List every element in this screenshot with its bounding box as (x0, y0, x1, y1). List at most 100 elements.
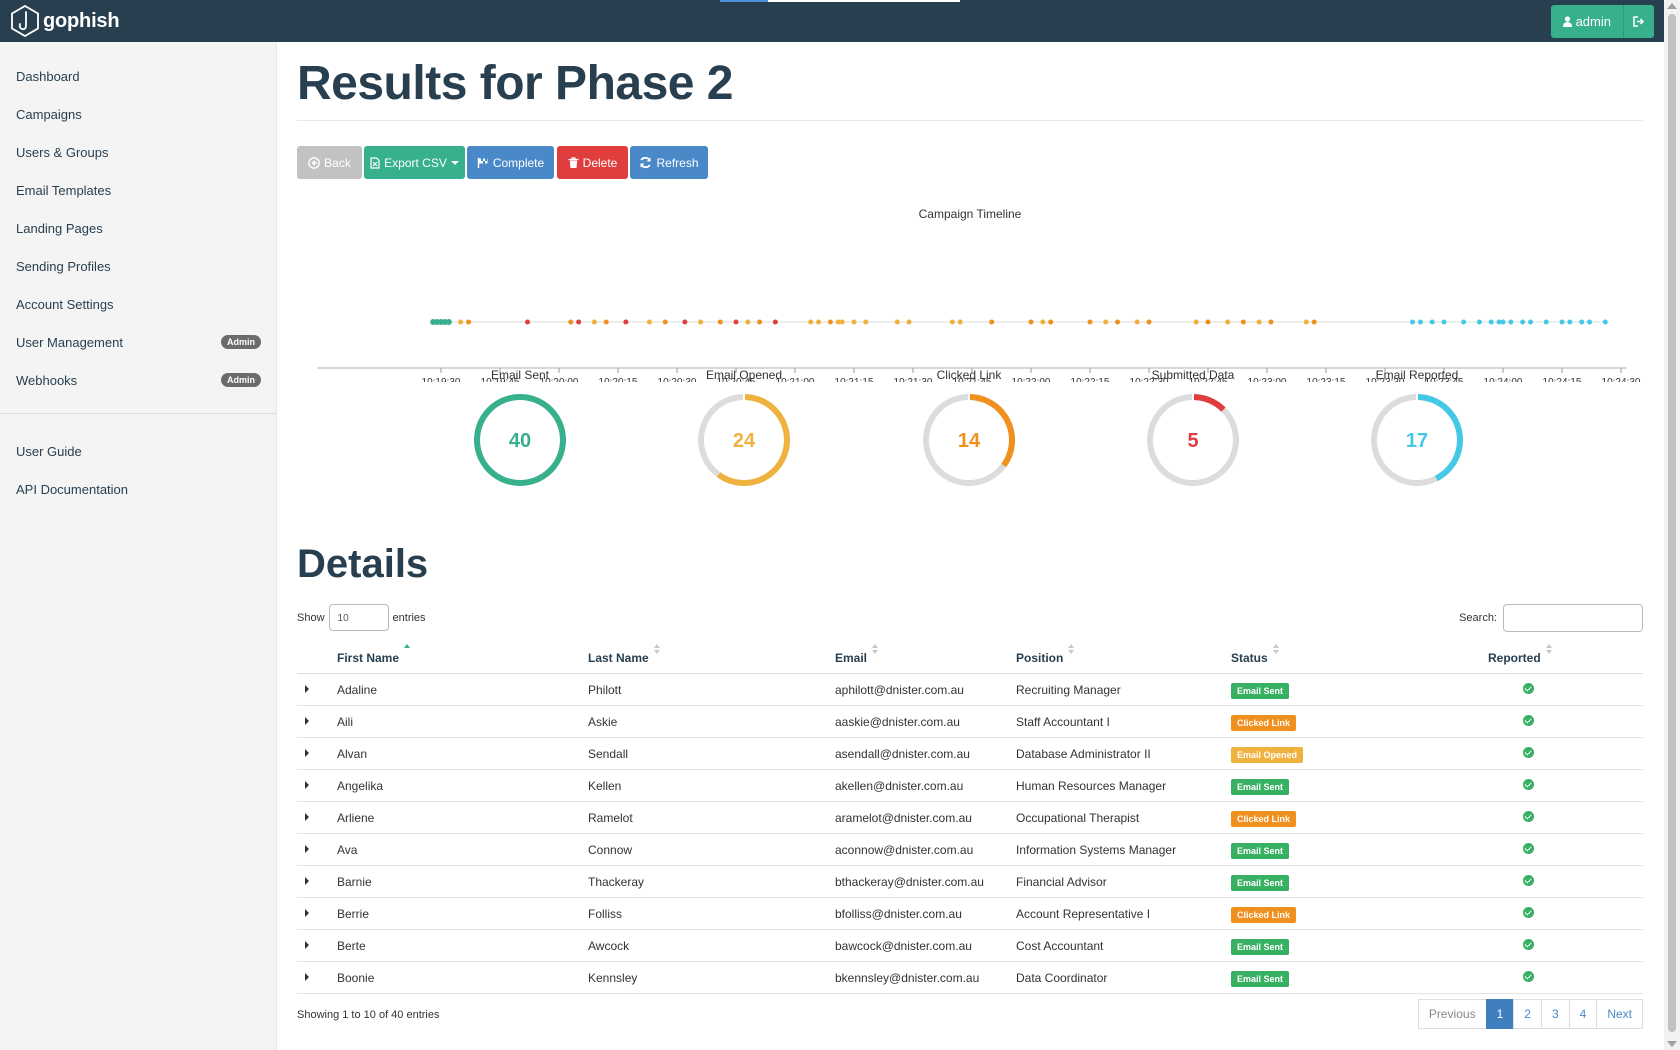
sidebar-divider (0, 413, 277, 414)
table-row[interactable]: Boonie Kennsley bkennsley@dnister.com.au Da… (297, 962, 1643, 994)
export-csv-label: Export CSV (384, 155, 447, 170)
timeline-event-opened (949, 319, 955, 325)
pagination-page-3[interactable]: 3 (1540, 999, 1570, 1029)
table-header: First Name Last Name Email Position Stat… (297, 642, 1643, 674)
timeline-event-opened (591, 319, 597, 325)
sidebar-item-webhooks[interactable]: Webhooks Admin (16, 368, 261, 392)
scrollbar-thumb[interactable] (1668, 14, 1676, 1032)
page-length-select[interactable]: 10 (328, 604, 389, 631)
sidebar-item-landing-pages[interactable]: Landing Pages (16, 216, 261, 240)
pagination-page-2[interactable]: 2 (1513, 999, 1542, 1029)
complete-button[interactable]: Complete (467, 146, 554, 179)
page-length-control: Show 10 entries (297, 604, 426, 631)
table-row[interactable]: Berrie Folliss bfolliss@dnister.com.au Acco… (297, 898, 1643, 930)
refresh-button[interactable]: Refresh (630, 146, 708, 179)
timeline-event-opened (851, 319, 857, 325)
sidebar-item-dashboard[interactable]: Dashboard (16, 64, 261, 88)
expand-row-icon[interactable] (305, 973, 309, 981)
stat-label: Submitted Data (1151, 368, 1235, 382)
page-title: Results for Phase 2 (297, 57, 734, 110)
expand-row-icon[interactable] (305, 685, 309, 693)
expand-row-icon[interactable] (305, 813, 309, 821)
stat-email-sent: Email Sent 40 (430, 368, 610, 490)
sidebar-item-label: Campaigns (16, 106, 82, 122)
column-header-position[interactable]: Position (1016, 644, 1075, 665)
sidebar-item-user-guide[interactable]: User Guide (16, 439, 261, 463)
timeline-event-clicked (717, 319, 723, 325)
table-row[interactable]: Angelika Kellen akellen@dnister.com.au Huma… (297, 770, 1643, 802)
timeline-event-clicked (1268, 319, 1274, 325)
cell-last: Kennsley (588, 971, 638, 985)
sidebar-item-api-documentation[interactable]: API Documentation (16, 477, 261, 501)
timeline-event-opened (1103, 319, 1109, 325)
reported-check-icon (1523, 939, 1534, 950)
timeline-event-opened (745, 319, 751, 325)
expand-row-icon[interactable] (305, 781, 309, 789)
expand-row-icon[interactable] (305, 909, 309, 917)
column-header-status[interactable]: Status (1231, 644, 1279, 665)
expand-row-icon[interactable] (305, 717, 309, 725)
timeline-event-reported (1441, 319, 1447, 325)
table-row[interactable]: Arliene Ramelot aramelot@dnister.com.au Occ… (297, 802, 1643, 834)
show-label: Show (297, 611, 325, 624)
logout-button[interactable] (1624, 5, 1654, 38)
sidebar-item-sending-profiles[interactable]: Sending Profiles (16, 254, 261, 278)
pagination-next[interactable]: Next (1596, 999, 1643, 1029)
pagination-page-4[interactable]: 4 (1568, 999, 1598, 1029)
cell-last: Philott (588, 683, 622, 697)
timeline-event-reported (1579, 319, 1585, 325)
page-scrollbar[interactable] (1664, 0, 1680, 1050)
refresh-button-label: Refresh (656, 155, 699, 170)
column-header-first-name[interactable]: First Name (337, 644, 411, 665)
timeline-event-opened (906, 319, 912, 325)
user-dropdown-button[interactable]: admin (1550, 5, 1624, 38)
delete-button[interactable]: Delete (557, 146, 628, 179)
expand-row-icon[interactable] (305, 941, 309, 949)
table-row[interactable]: Aili Askie aaskie@dnister.com.au Staff Acco… (297, 706, 1643, 738)
timeline-event-opened (1256, 319, 1262, 325)
scroll-down-icon[interactable] (1667, 1041, 1677, 1047)
table-row[interactable]: Barnie Thackeray bthackeray@dnister.com.au… (297, 866, 1643, 898)
status-badge: Email Sent (1231, 939, 1290, 955)
details-title: Details (297, 542, 429, 586)
export-csv-button[interactable]: Export CSV (364, 146, 465, 179)
timeline-event-clicked (1028, 319, 1034, 325)
stat-email-opened: Email Opened 24 (654, 368, 834, 490)
column-header-label: Reported (1488, 651, 1541, 665)
cell-position: Cost Accountant (1016, 939, 1104, 953)
scroll-up-icon[interactable] (1667, 3, 1677, 9)
cell-position: Recruiting Manager (1016, 683, 1121, 697)
sort-icon (404, 644, 411, 648)
reported-check-icon (1523, 875, 1534, 886)
sidebar-item-user-management[interactable]: User Management Admin (16, 330, 261, 354)
pagination-page-1[interactable]: 1 (1485, 999, 1515, 1029)
sort-icon (1068, 644, 1075, 654)
sidebar-item-campaigns[interactable]: Campaigns (16, 102, 261, 126)
expand-row-icon[interactable] (305, 845, 309, 853)
file-excel-icon (370, 156, 380, 169)
brand-logo-link[interactable]: gophish (10, 4, 120, 38)
column-header-last-name[interactable]: Last Name (588, 644, 660, 665)
back-button[interactable]: Back (297, 146, 362, 179)
timeline-event-reported (1559, 319, 1565, 325)
sidebar-item-account-settings[interactable]: Account Settings (16, 292, 261, 316)
table-row[interactable]: Adaline Philott aphilott@dnister.com.au Rec… (297, 674, 1643, 706)
stat-email-reported: Email Reported 17 (1327, 368, 1507, 490)
timeline-event-clicked (1240, 319, 1246, 325)
column-header-label: Position (1016, 651, 1064, 665)
table-row[interactable]: Ava Connow aconnow@dnister.com.au Informati… (297, 834, 1643, 866)
sidebar-item-users-groups[interactable]: Users & Groups (16, 140, 261, 164)
column-header-reported[interactable]: Reported (1488, 644, 1552, 665)
timeline-event-reported (1543, 319, 1549, 325)
expand-row-icon[interactable] (305, 877, 309, 885)
column-header-email[interactable]: Email (835, 644, 879, 665)
expand-row-icon[interactable] (305, 749, 309, 757)
timeline-event-clicked (1087, 319, 1093, 325)
sidebar-item-email-templates[interactable]: Email Templates (16, 178, 261, 202)
search-input[interactable] (1503, 604, 1643, 632)
pagination-previous[interactable]: Previous (1417, 999, 1487, 1029)
table-row[interactable]: Berte Awcock bawcock@dnister.com.au Cost Ac… (297, 930, 1643, 962)
table-row[interactable]: Alvan Sendall asendall@dnister.com.au Datab… (297, 738, 1643, 770)
admin-badge: Admin (221, 373, 261, 387)
reported-check-icon (1523, 779, 1534, 790)
